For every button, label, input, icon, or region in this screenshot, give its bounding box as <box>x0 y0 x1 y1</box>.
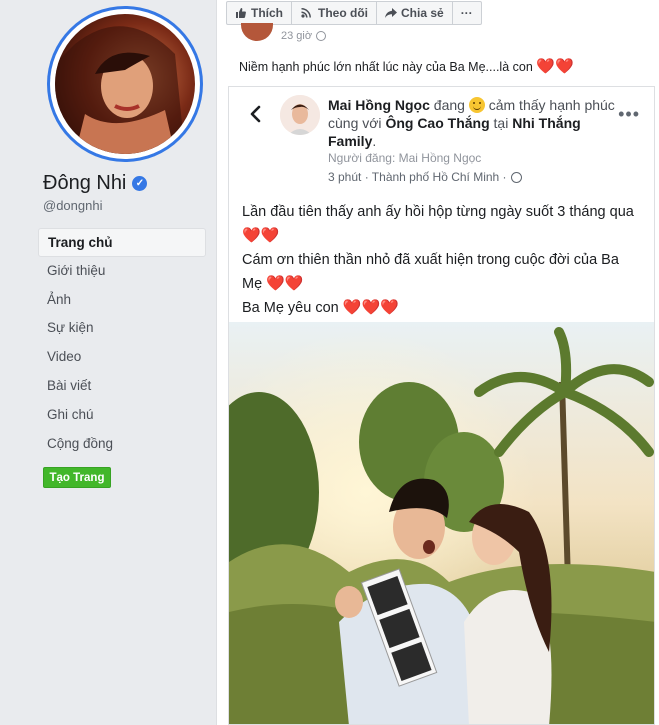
page-title[interactable]: Đông Nhi ✓ <box>43 172 148 195</box>
feeling-text: cảm thấy hạnh phúc <box>488 97 615 113</box>
follow-button[interactable]: Theo dõi <box>292 2 377 24</box>
create-page-button[interactable]: Tạo Trang <box>43 467 111 488</box>
nav-item-events[interactable]: Sự kiện <box>38 314 206 343</box>
page-nav: Trang chủ Giới thiệu Ảnh Sự kiện Video B… <box>38 228 206 458</box>
like-button[interactable]: Thích <box>227 2 292 24</box>
share-button[interactable]: Chia sẻ <box>377 2 453 24</box>
page-name-text: Đông Nhi <box>43 172 127 194</box>
more-options-icon[interactable]: ••• <box>618 105 640 123</box>
shared-post-card: ••• Mai Hồng Ngọc đang cảm thấy hạnh phú… <box>228 86 655 725</box>
shared-poster-line: Người đăng: Mai Hồng Ngọc <box>328 151 482 165</box>
globe-icon <box>510 171 522 183</box>
body-line-2: Cám ơn thiên thần nhỏ đã xuất hiện trong… <box>242 248 642 296</box>
at-text: tại <box>493 115 509 131</box>
nav-item-posts[interactable]: Bài viết <box>38 372 206 401</box>
verified-badge-icon: ✓ <box>132 176 148 191</box>
post-time[interactable]: 23 giờ <box>281 30 312 42</box>
post-meta: 23 giờ <box>241 23 327 42</box>
avatar-photo <box>55 14 195 154</box>
more-actions-button[interactable]: ··· <box>453 2 481 24</box>
nav-item-about[interactable]: Giới thiệu <box>38 257 206 286</box>
shared-time-text[interactable]: 3 phút · Thành phố Hồ Chí Minh · <box>328 170 507 184</box>
nav-item-photos[interactable]: Ảnh <box>38 286 206 315</box>
shared-author-avatar[interactable] <box>280 95 320 135</box>
tagged-person[interactable]: Ông Cao Thắng <box>385 115 489 131</box>
main-content: Thích Theo dõi Chia sẻ ··· 23 giờ Niềm h… <box>216 0 659 725</box>
globe-icon <box>316 31 327 41</box>
share-arrow-icon <box>385 8 397 18</box>
with-text: cùng với <box>328 115 382 131</box>
post-photo[interactable] <box>229 322 654 724</box>
shared-post-header: Mai Hồng Ngọc đang cảm thấy hạnh phúc cù… <box>328 97 615 149</box>
heart-emoji: ❤️❤️ <box>242 227 280 244</box>
shared-time-line: 3 phút · Thành phố Hồ Chí Minh · <box>328 170 522 184</box>
body-line-1-text: Lần đầu tiên thấy anh ấy hồi hộp từng ng… <box>242 204 634 220</box>
post-author-avatar[interactable] <box>241 23 273 41</box>
body-line-3-text: Ba Mẹ yêu con <box>242 300 339 316</box>
shared-post-body: Lần đầu tiên thấy anh ấy hồi hộp từng ng… <box>242 200 642 320</box>
heart-emoji: ❤️❤️ <box>536 58 574 75</box>
like-label: Thích <box>251 6 283 20</box>
page-sidebar: Đông Nhi ✓ @dongnhi Trang chủ Giới thiệu… <box>0 0 216 725</box>
heart-emoji: ❤️❤️ <box>266 275 304 292</box>
thumbs-up-icon <box>236 8 246 18</box>
nav-item-notes[interactable]: Ghi chú <box>38 401 206 430</box>
profile-avatar[interactable] <box>47 6 203 162</box>
page-action-bar: Thích Theo dõi Chia sẻ ··· <box>226 1 482 25</box>
nav-item-home[interactable]: Trang chủ <box>38 228 206 257</box>
rss-follow-icon <box>301 8 311 18</box>
body-line-1: Lần đầu tiên thấy anh ấy hồi hộp từng ng… <box>242 200 642 248</box>
follow-label: Theo dõi <box>318 6 368 20</box>
author-photo <box>280 95 320 135</box>
couple-photo <box>229 322 654 724</box>
back-arrow-icon[interactable] <box>246 104 266 124</box>
nav-item-community[interactable]: Cộng đồng <box>38 430 206 459</box>
nav-item-videos[interactable]: Video <box>38 343 206 372</box>
more-actions-icon: ··· <box>460 6 473 20</box>
post-caption: Niềm hạnh phúc lớn nhất lúc này của Ba M… <box>239 57 574 75</box>
share-label: Chia sẻ <box>401 6 444 20</box>
post-caption-text: Niềm hạnh phúc lớn nhất lúc này của Ba M… <box>239 60 533 74</box>
smiley-face-icon <box>468 97 485 113</box>
heart-emoji: ❤️❤️❤️ <box>342 299 399 316</box>
shared-author-name[interactable]: Mai Hồng Ngọc <box>328 97 430 113</box>
page-handle[interactable]: @dongnhi <box>43 198 102 213</box>
verb-text: đang <box>433 97 465 113</box>
body-line-3: Ba Mẹ yêu con ❤️❤️❤️ <box>242 296 642 320</box>
